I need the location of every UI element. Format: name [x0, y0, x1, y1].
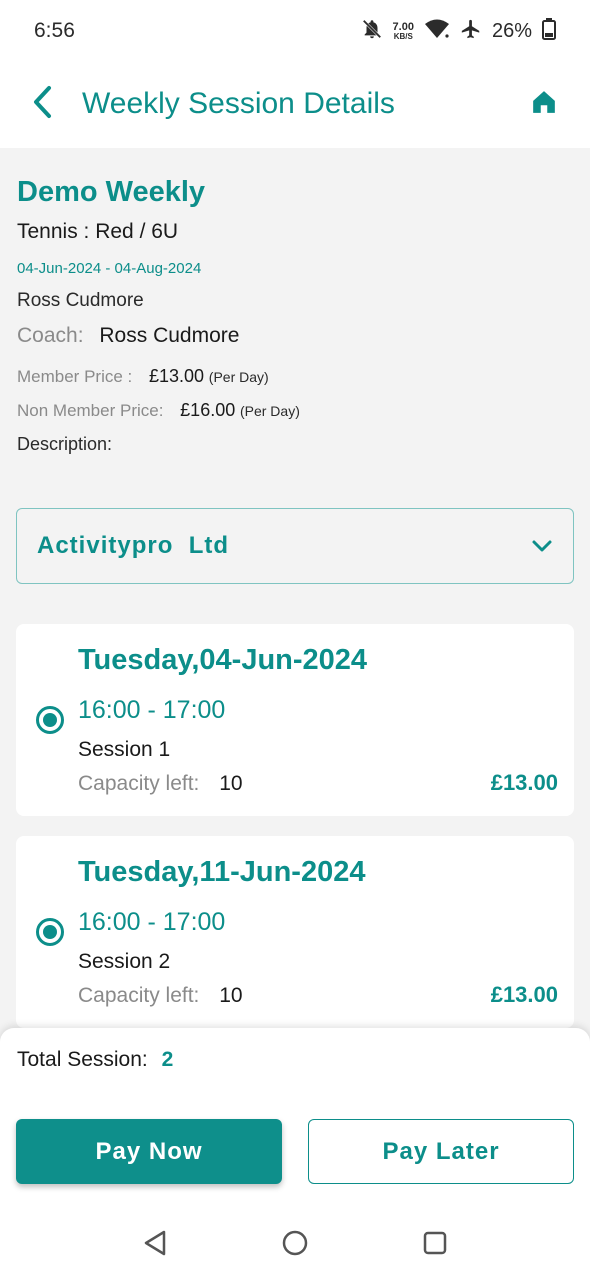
- session-card[interactable]: Tuesday,11-Jun-2024 16:00 - 17:00 Sessio…: [16, 836, 574, 1028]
- member-price-label: Member Price :: [17, 367, 133, 386]
- non-member-price-row: Non Member Price: £16.00 (Per Day): [17, 400, 300, 421]
- chevron-down-icon: [531, 539, 553, 553]
- program-title: Demo Weekly: [17, 176, 206, 208]
- home-button[interactable]: [528, 88, 560, 120]
- battery-icon: [542, 17, 556, 45]
- session-date: Tuesday,11-Jun-2024: [78, 856, 366, 888]
- program-details: Demo Weekly Tennis : Red / 6U 04-Jun-202…: [17, 172, 577, 454]
- back-button[interactable]: [26, 84, 58, 124]
- session-date: Tuesday,04-Jun-2024: [78, 644, 368, 676]
- airplane-icon: [460, 18, 482, 45]
- nav-home-button[interactable]: [275, 1225, 315, 1265]
- sport-line: Tennis : Red / 6U: [17, 220, 179, 243]
- capacity-value: 10: [219, 984, 243, 1007]
- back-triangle-icon: [142, 1229, 168, 1262]
- coach-row: Coach: Ross Cudmore: [17, 324, 239, 348]
- radio-selected-dot: [43, 925, 57, 939]
- chevron-left-icon: [31, 85, 53, 124]
- pay-now-button[interactable]: Pay Now: [16, 1119, 282, 1184]
- status-icons: 7.00 KB/S 26%: [361, 17, 556, 45]
- status-time: 6:56: [34, 19, 75, 42]
- session-radio[interactable]: [36, 706, 64, 734]
- net-speed-unit: KB/S: [393, 31, 413, 41]
- session-time: 16:00 - 17:00: [78, 908, 226, 936]
- capacity-value: 10: [219, 772, 243, 795]
- non-member-price-unit: (Per Day): [239, 403, 300, 419]
- session-radio[interactable]: [36, 918, 64, 946]
- net-speed: 7.00 KB/S: [392, 20, 414, 41]
- bell-off-icon: [361, 18, 383, 45]
- session-name: Session 2: [78, 950, 171, 973]
- home-icon: [531, 89, 557, 120]
- page-title: Weekly Session Details: [82, 87, 395, 120]
- description-label: Description:: [17, 434, 113, 454]
- total-session-label: Total Session:: [17, 1048, 148, 1071]
- battery-percent: 26%: [491, 19, 532, 42]
- recents-square-icon: [422, 1230, 448, 1261]
- home-circle-icon: [281, 1229, 309, 1262]
- session-capacity: Capacity left: 10: [78, 772, 243, 796]
- app-header: Weekly Session Details: [0, 62, 590, 148]
- session-capacity: Capacity left: 10: [78, 984, 243, 1008]
- venue-select-value: Activitypro Ltd: [37, 532, 230, 559]
- session-price: £13.00: [490, 982, 558, 1007]
- status-bar: 6:56 7.00 KB/S 26%: [0, 0, 590, 62]
- session-price: £13.00: [490, 770, 558, 795]
- organizer-name: Ross Cudmore: [17, 290, 144, 311]
- total-session-count: 2: [161, 1048, 174, 1071]
- member-price-unit: (Per Day): [208, 369, 269, 385]
- venue-select[interactable]: Activitypro Ltd: [16, 508, 574, 584]
- nav-back-button[interactable]: [135, 1225, 175, 1265]
- nav-recents-button[interactable]: [415, 1225, 455, 1265]
- wifi-icon: [424, 18, 450, 45]
- coach-label: Coach:: [17, 324, 84, 347]
- system-nav-bar: [0, 1210, 590, 1280]
- member-price-value: £13.00: [148, 366, 205, 386]
- total-session-row: Total Session: 2: [17, 1048, 173, 1072]
- session-time: 16:00 - 17:00: [78, 696, 226, 724]
- session-card[interactable]: Tuesday,04-Jun-2024 16:00 - 17:00 Sessio…: [16, 624, 574, 816]
- coach-name: Ross Cudmore: [99, 324, 240, 347]
- capacity-label: Capacity left:: [78, 984, 200, 1007]
- radio-selected-dot: [43, 713, 57, 727]
- non-member-price-value: £16.00: [180, 400, 236, 420]
- checkout-panel: Total Session: 2 Pay Now Pay Later: [0, 1028, 590, 1210]
- capacity-label: Capacity left:: [78, 772, 200, 795]
- session-name: Session 1: [78, 738, 171, 761]
- non-member-price-label: Non Member Price:: [17, 401, 164, 420]
- net-speed-value: 7.00: [392, 20, 414, 33]
- member-price-row: Member Price : £13.00 (Per Day): [17, 366, 269, 387]
- pay-later-button[interactable]: Pay Later: [308, 1119, 574, 1184]
- date-range: 04-Jun-2024 - 04-Aug-2024: [17, 260, 202, 277]
